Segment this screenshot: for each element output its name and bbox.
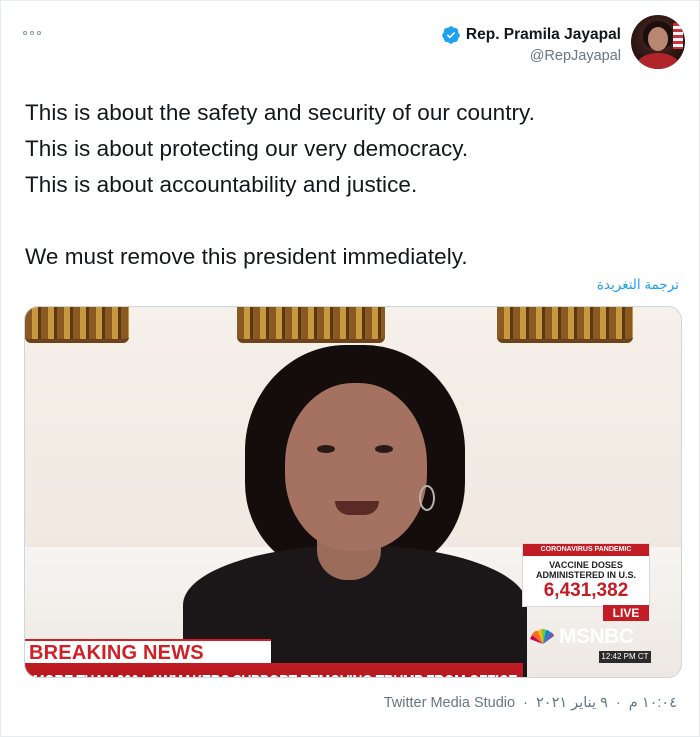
news-headline-text: MORE THAN 200 LAWMAKERS SUPPORT REMOVING… [33,663,518,677]
tweet-time[interactable]: ١٠:٠٤ م [629,695,677,711]
tweet-author[interactable]: Rep. Pramila Jayapal @RepJayapal [441,15,685,69]
author-display-name[interactable]: Rep. Pramila Jayapal [466,26,621,44]
video-thumbnail[interactable]: CORONAVIRUS PANDEMIC VACCINE DOSES ADMIN… [24,306,682,678]
network-logo: MSNBC [530,623,652,651]
speaker-eye [375,445,393,453]
network-name: MSNBC [559,625,634,648]
avatar-face [648,27,668,51]
more-dot [30,31,34,35]
breaking-news-label: BREAKING NEWS [25,639,271,664]
speaker [175,335,535,677]
more-options-icon[interactable] [23,27,47,39]
translate-tweet-link[interactable]: ترجمة التغريدة [597,277,679,293]
vaccine-box-header: CORONAVIRUS PANDEMIC [523,544,649,556]
vaccine-box-value: 6,431,382 [543,580,629,601]
tweet-line: This is about protecting our very democr… [25,136,469,161]
author-text: Rep. Pramila Jayapal @RepJayapal [441,15,621,64]
avatar[interactable] [631,15,685,69]
tweet-line: We must remove this president immediatel… [25,244,468,269]
more-dot [37,31,41,35]
tweet-source-link[interactable]: Twitter Media Studio [384,695,515,711]
vaccine-box-line1: VACCINE DOSES [549,560,623,570]
vaccine-stat-box: CORONAVIRUS PANDEMIC VACCINE DOSES ADMIN… [522,543,650,607]
tweet-card: Rep. Pramila Jayapal @RepJayapal This is… [0,0,700,737]
flag-in-avatar [673,23,683,49]
peacock-icon [530,629,554,644]
more-dot [23,31,27,35]
meta-separator: · [615,695,621,711]
meta-separator: · [523,695,528,711]
vaccine-box-line2: ADMINISTERED IN U.S. [535,570,636,580]
author-handle[interactable]: @RepJayapal [441,48,621,64]
verified-badge-icon [442,26,460,44]
speaker-eye [317,445,335,453]
broadcast-clock: 12:42 PM CT [599,651,651,663]
live-badge: LIVE [603,605,649,621]
tweet-line: This is about the safety and security of… [25,100,535,125]
news-headline: MORE THAN 200 LAWMAKERS SUPPORT REMOVING… [25,663,523,677]
avatar-shirt [637,53,679,69]
speaker-earring [419,485,435,511]
speaker-face [285,383,427,551]
tweet-line: This is about accountability and justice… [25,172,418,197]
tweet-date[interactable]: ٩ يناير ٢٠٢١ [536,695,608,711]
name-row: Rep. Pramila Jayapal [441,25,621,45]
tweet-meta: ١٠:٠٤ م · ٩ يناير ٢٠٢١ · Twitter Media S… [384,695,677,711]
tweet-text: This is about the safety and security of… [25,95,535,275]
wall-carving [25,307,129,343]
